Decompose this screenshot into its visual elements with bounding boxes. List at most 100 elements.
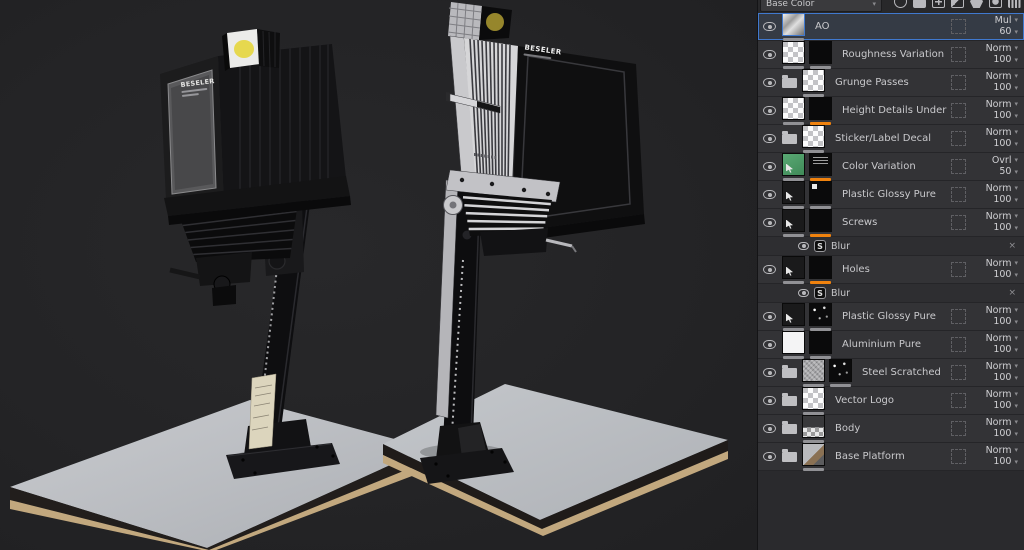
mask-slot-icon[interactable]: [951, 19, 966, 34]
visibility-eye-icon[interactable]: [763, 78, 776, 87]
layer-thumbnail[interactable]: [802, 68, 825, 92]
folder-icon[interactable]: [782, 392, 797, 406]
layer-row[interactable]: AO Mul ▾ 60 ▾: [758, 12, 1024, 41]
opacity-select[interactable]: 100 ▾: [993, 82, 1018, 93]
blend-mode-select[interactable]: Norm ▾: [986, 361, 1018, 372]
layer-thumbnail[interactable]: [809, 208, 832, 232]
effect-row[interactable]: S Blur ×: [758, 237, 1024, 256]
layer-thumbnail[interactable]: [782, 302, 805, 326]
layer-row[interactable]: Sticker/Label Decal Norm ▾ 100 ▾: [758, 124, 1024, 153]
mask-slot-icon[interactable]: [951, 75, 966, 90]
blend-mode-select[interactable]: Norm ▾: [986, 71, 1018, 82]
layer-thumbnail[interactable]: [809, 152, 832, 176]
visibility-eye-icon[interactable]: [763, 22, 776, 31]
mask-slot-icon[interactable]: [951, 47, 966, 62]
add-smart-material-icon[interactable]: [970, 0, 983, 8]
folder-icon[interactable]: [782, 364, 797, 378]
add-layer-icon[interactable]: [932, 0, 945, 8]
layer-thumbnail[interactable]: [782, 40, 805, 64]
layer-row[interactable]: Height Details Under Norm ▾ 100 ▾: [758, 96, 1024, 125]
layer-thumbnail[interactable]: [809, 302, 832, 326]
opacity-select[interactable]: 100 ▾: [993, 269, 1018, 280]
add-mask-icon[interactable]: [989, 0, 1002, 8]
blend-mode-select[interactable]: Norm ▾: [986, 99, 1018, 110]
visibility-eye-icon[interactable]: [763, 106, 776, 115]
layer-row[interactable]: Steel Scratched Norm ▾ 100 ▾: [758, 358, 1024, 387]
opacity-select[interactable]: 50 ▾: [999, 166, 1018, 177]
layer-thumbnail[interactable]: [802, 414, 825, 438]
mask-slot-icon[interactable]: [951, 309, 966, 324]
blend-mode-select[interactable]: Mul ▾: [995, 15, 1018, 26]
mask-slot-icon[interactable]: [951, 187, 966, 202]
visibility-eye-icon[interactable]: [763, 265, 776, 274]
mask-slot-icon[interactable]: [951, 365, 966, 380]
visibility-eye-icon[interactable]: [763, 190, 776, 199]
layer-thumbnail[interactable]: [809, 330, 832, 354]
channel-selector-dropdown[interactable]: Base Color ▾: [760, 0, 882, 12]
viewport-3d[interactable]: BESELER BESELER: [0, 0, 757, 550]
layer-row[interactable]: Plastic Glossy Pure Norm ▾ 100 ▾: [758, 302, 1024, 331]
opacity-select[interactable]: 100 ▾: [993, 138, 1018, 149]
opacity-select[interactable]: 100 ▾: [993, 316, 1018, 327]
opacity-select[interactable]: 100 ▾: [993, 194, 1018, 205]
layer-row[interactable]: Aluminium Pure Norm ▾ 100 ▾: [758, 330, 1024, 359]
close-icon[interactable]: ×: [1008, 241, 1016, 251]
mask-slot-icon[interactable]: [951, 393, 966, 408]
layer-thumbnail[interactable]: [802, 358, 825, 382]
folder-icon[interactable]: [782, 420, 797, 434]
visibility-eye-icon[interactable]: [763, 218, 776, 227]
layer-row[interactable]: Vector Logo Norm ▾ 100 ▾: [758, 386, 1024, 415]
opacity-select[interactable]: 100 ▾: [993, 344, 1018, 355]
layer-thumbnail[interactable]: [782, 152, 805, 176]
layer-row[interactable]: Holes Norm ▾ 100 ▾: [758, 255, 1024, 284]
close-icon[interactable]: ×: [1008, 288, 1016, 298]
visibility-eye-icon[interactable]: [763, 50, 776, 59]
layer-thumbnail[interactable]: [802, 386, 825, 410]
opacity-select[interactable]: 100 ▾: [993, 428, 1018, 439]
folder-icon[interactable]: [782, 130, 797, 144]
layer-row[interactable]: Body Norm ▾ 100 ▾: [758, 414, 1024, 443]
layer-thumbnail[interactable]: [802, 442, 825, 466]
mask-slot-icon[interactable]: [951, 337, 966, 352]
blend-mode-select[interactable]: Ovrl ▾: [992, 155, 1018, 166]
opacity-select[interactable]: 100 ▾: [993, 54, 1018, 65]
mask-slot-icon[interactable]: [951, 262, 966, 277]
visibility-eye-icon[interactable]: [763, 162, 776, 171]
opacity-select[interactable]: 100 ▾: [993, 110, 1018, 121]
mask-slot-icon[interactable]: [951, 103, 966, 118]
enlarger-left[interactable]: [160, 29, 351, 479]
blend-mode-select[interactable]: Norm ▾: [986, 258, 1018, 269]
folder-icon[interactable]: [782, 74, 797, 88]
layer-thumbnail[interactable]: [782, 330, 805, 354]
mask-slot-icon[interactable]: [951, 215, 966, 230]
layer-thumbnail[interactable]: [802, 124, 825, 148]
add-fill-layer-icon[interactable]: [951, 0, 964, 8]
effect-row[interactable]: S Blur ×: [758, 284, 1024, 303]
layer-thumbnail[interactable]: [809, 40, 832, 64]
layer-thumbnail[interactable]: [782, 180, 805, 204]
layer-row[interactable]: Plastic Glossy Pure Norm ▾ 100 ▾: [758, 180, 1024, 209]
layer-row[interactable]: Color Variation Ovrl ▾ 50 ▾: [758, 152, 1024, 181]
mask-slot-icon[interactable]: [951, 449, 966, 464]
visibility-eye-icon[interactable]: [763, 396, 776, 405]
visibility-eye-icon[interactable]: [763, 368, 776, 377]
blend-mode-select[interactable]: Norm ▾: [986, 305, 1018, 316]
opacity-select[interactable]: 100 ▾: [993, 400, 1018, 411]
layer-thumbnail[interactable]: [782, 96, 805, 120]
delete-layer-icon[interactable]: [1008, 0, 1021, 8]
folder-icon[interactable]: [782, 448, 797, 462]
visibility-eye-icon[interactable]: [798, 289, 809, 297]
mask-slot-icon[interactable]: [951, 159, 966, 174]
layer-row[interactable]: Base Platform Norm ▾ 100 ▾: [758, 442, 1024, 471]
blend-mode-select[interactable]: Norm ▾: [986, 389, 1018, 400]
mask-slot-icon[interactable]: [951, 421, 966, 436]
layer-thumbnail[interactable]: [782, 208, 805, 232]
opacity-select[interactable]: 60 ▾: [999, 26, 1018, 37]
visibility-eye-icon[interactable]: [763, 424, 776, 433]
layer-thumbnail[interactable]: [809, 255, 832, 279]
visibility-eye-icon[interactable]: [763, 134, 776, 143]
blend-mode-select[interactable]: Norm ▾: [986, 43, 1018, 54]
layer-row[interactable]: Grunge Passes Norm ▾ 100 ▾: [758, 68, 1024, 97]
layer-thumbnail[interactable]: [809, 180, 832, 204]
visibility-eye-icon[interactable]: [763, 340, 776, 349]
